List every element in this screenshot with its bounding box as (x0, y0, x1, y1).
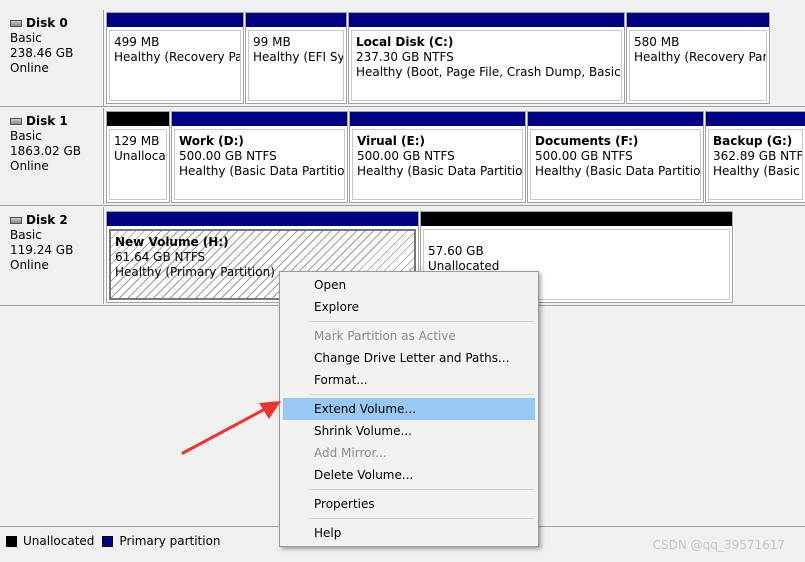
primary-swatch (102, 535, 114, 547)
disk-0-label[interactable]: Disk 0 Basic 238.46 GB Online (0, 10, 104, 106)
menu-delete-volume[interactable]: Delete Volume... (283, 464, 535, 486)
disk-1-partitions: 129 MBUnallocated Work (D:)500.00 GB NTF… (105, 111, 805, 203)
menu-help[interactable]: Help (283, 522, 535, 544)
menu-extend-volume[interactable]: Extend Volume... (283, 398, 535, 420)
partition-g[interactable]: Backup (G:) 362.89 GB NTFS Healthy (Basic … (705, 111, 805, 203)
legend-primary: Primary partition (119, 534, 221, 548)
partition-c[interactable]: Local Disk (C:) 237.30 GB NTFS Healthy (Bo… (348, 12, 625, 104)
partition-e[interactable]: Virual (E:) 500.00 GB NTFS Healthy (Basic … (349, 111, 526, 203)
disk-icon (10, 118, 22, 125)
watermark: CSDN @qq_39571617 (652, 538, 785, 552)
menu-format[interactable]: Format... (283, 369, 535, 391)
partition-recovery-1[interactable]: 580 MBHealthy (Recovery Partition) (626, 12, 770, 104)
partition-efi[interactable]: 99 MBHealthy (EFI System Partition) (245, 12, 347, 104)
disk-icon (10, 217, 22, 224)
disk-icon (10, 20, 22, 27)
menu-shrink-volume[interactable]: Shrink Volume... (283, 420, 535, 442)
menu-explore[interactable]: Explore (283, 296, 535, 318)
annotation-arrow-icon (181, 401, 281, 455)
context-menu: Open Explore Mark Partition as Active Ch… (279, 271, 539, 547)
disk-1-label[interactable]: Disk 1 Basic 1863.02 GB Online (0, 108, 104, 204)
partition-d[interactable]: Work (D:) 500.00 GB NTFS Healthy (Basic Da… (171, 111, 348, 203)
disk-0-partitions: 499 MBHealthy (Recovery Partition) 99 MB… (105, 12, 771, 104)
partition-f[interactable]: Documents (F:) 500.00 GB NTFS Healthy (Bas… (527, 111, 704, 203)
menu-open[interactable]: Open (283, 274, 535, 296)
disk-2-label[interactable]: Disk 2 Basic 119.24 GB Online (0, 207, 104, 304)
legend: Unallocated Primary partition (6, 534, 221, 548)
partition-recovery-0[interactable]: 499 MBHealthy (Recovery Partition) (106, 12, 244, 104)
unallocated-swatch (6, 535, 17, 547)
menu-add-mirror: Add Mirror... (314, 446, 387, 460)
menu-mark-active: Mark Partition as Active (314, 329, 456, 343)
legend-unallocated: Unallocated (23, 534, 95, 548)
partition-unallocated-129mb[interactable]: 129 MBUnallocated (106, 111, 170, 203)
menu-properties[interactable]: Properties (283, 493, 535, 515)
menu-change-drive-letter[interactable]: Change Drive Letter and Paths... (283, 347, 535, 369)
